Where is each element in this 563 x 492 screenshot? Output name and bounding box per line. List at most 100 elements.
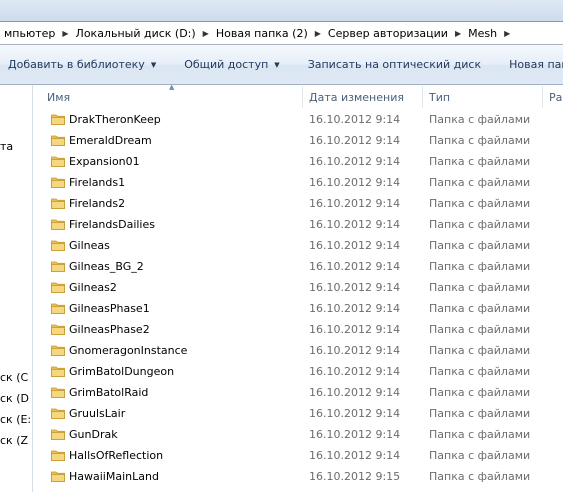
file-date: 16.10.2012 9:14 [309, 218, 401, 231]
nav-item-drive-e[interactable]: ск (E: [0, 413, 31, 426]
breadcrumb-new-folder-2[interactable]: Новая папка (2) [212, 27, 312, 40]
folder-icon [51, 471, 65, 482]
file-type: Папка с файлами [429, 323, 531, 336]
file-type: Папка с файлами [429, 302, 531, 315]
burn-disc-label: Записать на оптический диск [307, 58, 482, 71]
file-date: 16.10.2012 9:14 [309, 344, 401, 357]
burn-disc-button[interactable]: Записать на оптический диск [300, 58, 489, 71]
file-row[interactable]: FirelandsDailies 16.10.2012 9:14 Папка с… [34, 214, 563, 235]
add-to-library-label: Добавить в библиотеку [8, 58, 145, 71]
file-name: Firelands2 [69, 197, 126, 210]
file-date: 16.10.2012 9:14 [309, 323, 401, 336]
file-name: GruulsLair [69, 407, 126, 420]
file-date: 16.10.2012 9:14 [309, 449, 401, 462]
file-date: 16.10.2012 9:14 [309, 113, 401, 126]
column-header-date[interactable]: Дата изменения [309, 91, 404, 104]
add-to-library-button[interactable]: Добавить в библиотеку ▼ [0, 58, 164, 71]
nav-item-partial[interactable]: та [0, 140, 13, 153]
file-type: Папка с файлами [429, 365, 531, 378]
dropdown-arrow-icon: ▼ [150, 60, 157, 69]
folder-icon [51, 429, 65, 440]
file-row[interactable]: HawaiiMainLand 16.10.2012 9:15 Папка с ф… [34, 466, 563, 487]
chevron-right-icon[interactable]: ▶ [501, 29, 513, 38]
file-name: GrimBatolRaid [69, 386, 149, 399]
breadcrumb-auth-server[interactable]: Сервер авторизации [324, 27, 452, 40]
file-name: GilneasPhase1 [69, 302, 150, 315]
file-row[interactable]: GilneasPhase1 16.10.2012 9:14 Папка с фа… [34, 298, 563, 319]
column-divider[interactable] [542, 86, 543, 108]
folder-icon [51, 450, 65, 461]
share-label: Общий доступ [184, 58, 269, 71]
nav-item-drive-c[interactable]: ск (C [0, 371, 28, 384]
file-date: 16.10.2012 9:14 [309, 428, 401, 441]
folder-icon [51, 345, 65, 356]
folder-icon [51, 324, 65, 335]
file-name: Gilneas [69, 239, 110, 252]
file-name: FirelandsDailies [69, 218, 155, 231]
file-name: GilneasPhase2 [69, 323, 150, 336]
column-header-name[interactable]: Имя [47, 91, 70, 104]
chevron-right-icon[interactable]: ▶ [452, 29, 464, 38]
file-name: DrakTheronKeep [69, 113, 161, 126]
file-type: Папка с файлами [429, 386, 531, 399]
chevron-right-icon[interactable]: ▶ [200, 29, 212, 38]
file-row[interactable]: Expansion01 16.10.2012 9:14 Папка с файл… [34, 151, 563, 172]
folder-icon [51, 261, 65, 272]
file-row[interactable]: DrakTheronKeep 16.10.2012 9:14 Папка с ф… [34, 109, 563, 130]
file-date: 16.10.2012 9:14 [309, 365, 401, 378]
file-row[interactable]: GnomeragonInstance 16.10.2012 9:14 Папка… [34, 340, 563, 361]
new-folder-button[interactable]: Новая папка [501, 58, 563, 71]
sort-ascending-icon: ▲ [169, 83, 175, 91]
breadcrumb-computer[interactable]: мпьютер [0, 27, 59, 40]
file-date: 16.10.2012 9:14 [309, 197, 401, 210]
file-date: 16.10.2012 9:14 [309, 281, 401, 294]
file-name: HallsOfReflection [69, 449, 164, 462]
file-date: 16.10.2012 9:14 [309, 176, 401, 189]
file-row[interactable]: GruulsLair 16.10.2012 9:14 Папка с файла… [34, 403, 563, 424]
file-row[interactable]: GrimBatolDungeon 16.10.2012 9:14 Папка с… [34, 361, 563, 382]
file-type: Папка с файлами [429, 449, 531, 462]
file-row[interactable]: GilneasPhase2 16.10.2012 9:14 Папка с фа… [34, 319, 563, 340]
file-row[interactable]: Firelands2 16.10.2012 9:14 Папка с файла… [34, 193, 563, 214]
file-row[interactable]: Firelands1 16.10.2012 9:14 Папка с файла… [34, 172, 563, 193]
file-date: 16.10.2012 9:14 [309, 302, 401, 315]
breadcrumb-drive-d[interactable]: Локальный диск (D:) [72, 27, 200, 40]
command-bar: Добавить в библиотеку ▼ Общий доступ ▼ З… [0, 45, 563, 85]
file-name: GunDrak [69, 428, 118, 441]
window-frame-top [0, 0, 563, 21]
breadcrumb-mesh[interactable]: Mesh [464, 27, 501, 40]
column-divider[interactable] [422, 86, 423, 108]
file-row[interactable]: Gilneas2 16.10.2012 9:14 Папка с файлами [34, 277, 563, 298]
navigation-pane[interactable]: та ск (C ск (D ск (E: ск (Z [0, 85, 33, 492]
file-row[interactable]: GrimBatolRaid 16.10.2012 9:14 Папка с фа… [34, 382, 563, 403]
file-date: 16.10.2012 9:14 [309, 260, 401, 273]
folder-icon [51, 135, 65, 146]
file-type: Папка с файлами [429, 218, 531, 231]
file-name: Firelands1 [69, 176, 126, 189]
address-bar[interactable]: мпьютер ▶ Локальный диск (D:) ▶ Новая па… [0, 21, 563, 45]
folder-icon [51, 387, 65, 398]
file-type: Папка с файлами [429, 155, 531, 168]
file-type: Папка с файлами [429, 176, 531, 189]
file-type: Папка с файлами [429, 281, 531, 294]
nav-item-drive-z[interactable]: ск (Z [0, 434, 28, 447]
file-date: 16.10.2012 9:15 [309, 470, 401, 483]
file-row[interactable]: EmeraldDream 16.10.2012 9:14 Папка с фай… [34, 130, 563, 151]
nav-item-drive-d[interactable]: ск (D [0, 392, 29, 405]
file-row[interactable]: Gilneas_BG_2 16.10.2012 9:14 Папка с фай… [34, 256, 563, 277]
column-header-size[interactable]: Ра [549, 91, 562, 104]
file-date: 16.10.2012 9:14 [309, 239, 401, 252]
chevron-right-icon[interactable]: ▶ [312, 29, 324, 38]
dropdown-arrow-icon: ▼ [274, 60, 280, 69]
share-button[interactable]: Общий доступ ▼ [176, 58, 287, 71]
column-header-type[interactable]: Тип [429, 91, 450, 104]
file-row[interactable]: HallsOfReflection 16.10.2012 9:14 Папка … [34, 445, 563, 466]
column-divider[interactable] [302, 86, 303, 108]
folder-icon [51, 156, 65, 167]
file-row[interactable]: GunDrak 16.10.2012 9:14 Папка с файлами [34, 424, 563, 445]
chevron-right-icon[interactable]: ▶ [59, 29, 71, 38]
folder-icon [51, 366, 65, 377]
file-type: Папка с файлами [429, 113, 531, 126]
file-name: EmeraldDream [69, 134, 152, 147]
file-row[interactable]: Gilneas 16.10.2012 9:14 Папка с файлами [34, 235, 563, 256]
